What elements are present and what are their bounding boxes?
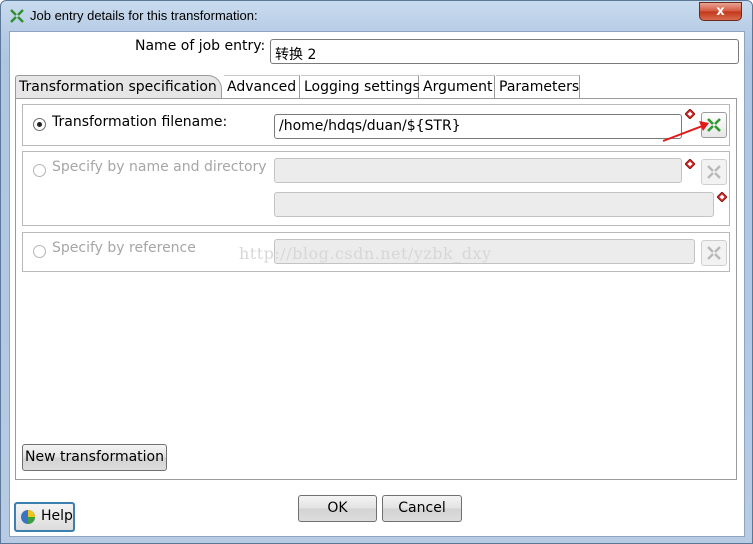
directory-input[interactable] (274, 192, 714, 217)
help-label: Help (41, 508, 73, 524)
ok-button[interactable]: OK (298, 495, 377, 522)
filename-input[interactable]: /home/hdqs/duan/${STR} (274, 114, 682, 139)
job-entry-name-input[interactable]: 转换 2 (270, 39, 739, 64)
dialog-client-area: Name of job entry: 转换 2 Transformation s… (9, 31, 745, 537)
filename-label: Transformation filename: (52, 114, 228, 130)
help-icon (21, 510, 35, 524)
tab-bar: Transformation specification Advanced Lo… (15, 75, 737, 99)
dialog-window: Job entry details for this transformatio… (0, 0, 753, 544)
variable-diamond-icon (685, 159, 695, 169)
tab-transformation-specification[interactable]: Transformation specification (15, 75, 222, 99)
app-icon (10, 9, 24, 23)
watermark-text: http://blog.csdn.net/yzbk_dxy (239, 244, 492, 263)
cancel-button[interactable]: Cancel (382, 495, 462, 522)
tab-advanced[interactable]: Advanced (224, 75, 300, 99)
tab-panel-transformation-specification: Transformation filename: /home/hdqs/duan… (15, 98, 737, 480)
filename-radio[interactable] (33, 118, 46, 131)
window-title: Job entry details for this transformatio… (30, 8, 258, 23)
name-directory-group: Specify by name and directory (22, 151, 730, 226)
tab-parameters[interactable]: Parameters (496, 75, 580, 99)
transformation-name-input[interactable] (274, 158, 682, 183)
title-bar[interactable]: Job entry details for this transformatio… (1, 1, 752, 31)
browse-name-button[interactable] (701, 159, 727, 185)
browse-reference-button[interactable] (701, 240, 727, 266)
filename-group: Transformation filename: /home/hdqs/duan… (22, 104, 730, 146)
variable-diamond-icon (717, 192, 727, 202)
browse-file-icon (707, 165, 721, 179)
help-button[interactable]: Help (14, 502, 75, 532)
name-directory-radio[interactable] (33, 164, 46, 177)
tab-logging-settings[interactable]: Logging settings (301, 75, 420, 99)
reference-radio[interactable] (33, 245, 46, 258)
annotation-arrow (662, 121, 709, 142)
job-entry-name-label: Name of job entry: (135, 38, 266, 54)
browse-file-icon (707, 246, 721, 260)
name-directory-label: Specify by name and directory (52, 159, 267, 175)
close-button[interactable]: x (699, 2, 742, 21)
tab-argument[interactable]: Argument (420, 75, 495, 99)
reference-label: Specify by reference (52, 240, 196, 256)
new-transformation-button[interactable]: New transformation (22, 444, 167, 471)
